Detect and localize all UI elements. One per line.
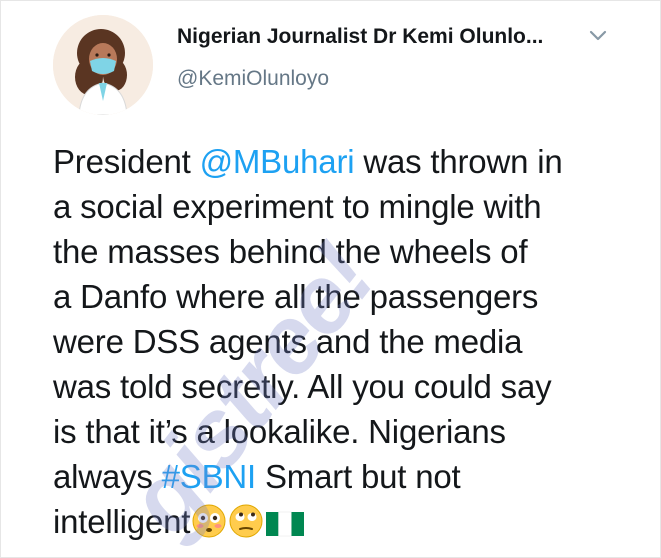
- chevron-down-icon[interactable]: [586, 23, 610, 47]
- tweet-line: President @MBuhari was thrown in: [53, 139, 643, 184]
- tweet-text-segment: Smart but not: [256, 458, 461, 495]
- tweet-card: Nigerian Journalist Dr Kemi Olunlo... @K…: [0, 0, 661, 558]
- hashtag-link[interactable]: #SBNI: [162, 458, 257, 495]
- tweet-line: were DSS agents and the media: [53, 323, 523, 360]
- tweet-line: intelligent: [53, 499, 643, 544]
- tweet-line: always #SBNI Smart but not: [53, 454, 643, 499]
- user-handle[interactable]: @KemiOlunloyo: [177, 67, 329, 91]
- nigeria-flag-emoji: [265, 505, 305, 550]
- tweet-line: is that it’s a lookalike. Nigerians: [53, 413, 506, 450]
- tweet-line: a Danfo where all the passengers: [53, 278, 539, 315]
- tweet-text-segment: President: [53, 143, 200, 180]
- mention-link[interactable]: @MBuhari: [200, 143, 355, 180]
- tweet-text-segment: always: [53, 458, 162, 495]
- flushed-face-emoji: [191, 503, 227, 550]
- tweet-text-segment: was thrown in: [354, 143, 563, 180]
- tweet-line: was told secretly. All you could say: [53, 368, 552, 405]
- tweet-text: President @MBuhari was thrown in a socia…: [53, 139, 643, 544]
- tweet-text-segment: intelligent: [53, 503, 191, 540]
- face-with-rolling-eyes-emoji: [228, 503, 264, 550]
- avatar[interactable]: [53, 15, 153, 115]
- tweet-line: a social experiment to mingle with: [53, 188, 542, 225]
- display-name[interactable]: Nigerian Journalist Dr Kemi Olunlo...: [177, 25, 543, 49]
- tweet-line: the masses behind the wheels of: [53, 233, 528, 270]
